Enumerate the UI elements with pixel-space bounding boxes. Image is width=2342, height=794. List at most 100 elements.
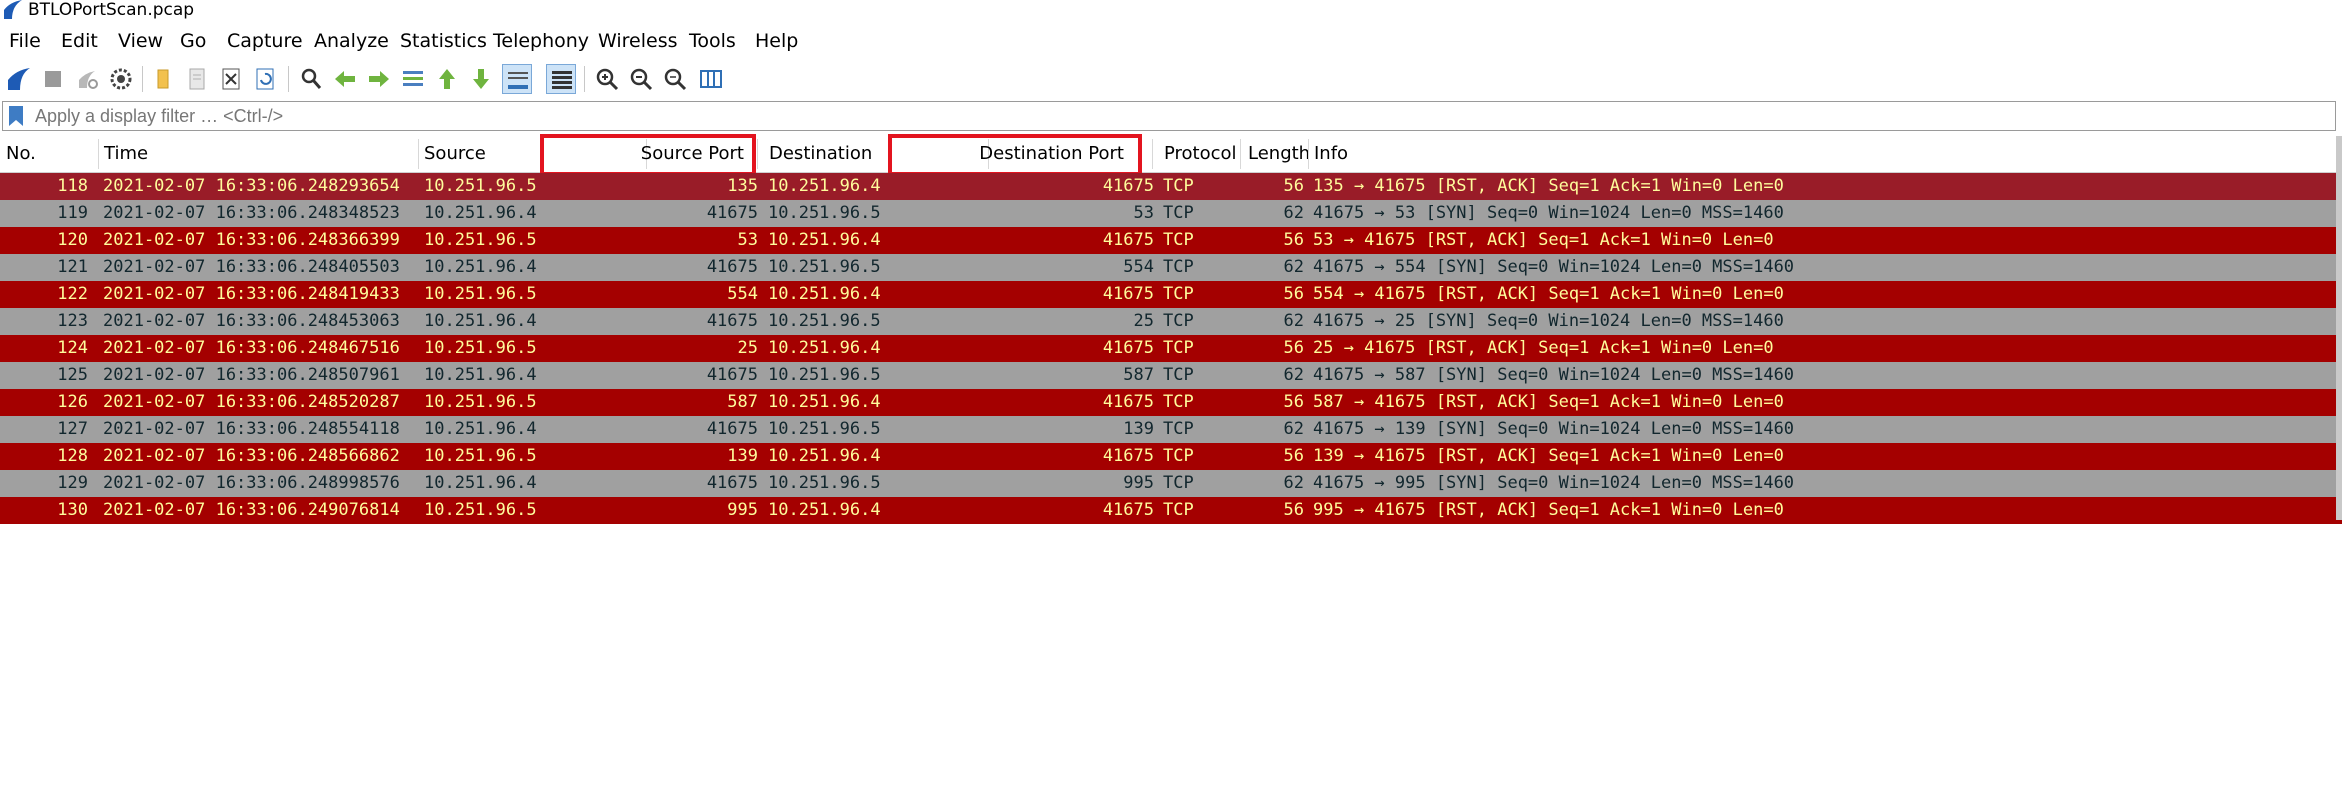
packet-source-port: 41675 xyxy=(706,203,758,223)
column-header-source-port[interactable]: Source Port xyxy=(540,136,744,172)
packet-number: 119 xyxy=(57,203,88,223)
packet-source: 10.251.96.4 xyxy=(424,365,537,385)
column-header-time[interactable]: Time xyxy=(104,136,148,172)
packet-info: 587 → 41675 [RST, ACK] Seq=1 Ack=1 Win=0… xyxy=(1313,392,1784,412)
packet-protocol: TCP xyxy=(1163,284,1194,304)
packet-destination-port: 41675 xyxy=(1102,230,1154,250)
packet-destination-port: 41675 xyxy=(1102,338,1154,358)
find-icon[interactable] xyxy=(296,64,326,94)
packet-destination: 10.251.96.5 xyxy=(768,311,881,331)
packet-info: 135 → 41675 [RST, ACK] Seq=1 Ack=1 Win=0… xyxy=(1313,176,1784,196)
packet-source: 10.251.96.4 xyxy=(424,203,537,223)
packet-time: 2021-02-07 16:33:06.248566862 xyxy=(103,446,400,466)
packet-destination: 10.251.96.5 xyxy=(768,203,881,223)
window-title: BTLOPortScan.pcap xyxy=(28,0,195,20)
column-header-length[interactable]: Length xyxy=(1248,136,1310,172)
packet-time: 2021-02-07 16:33:06.248507961 xyxy=(103,365,400,385)
menu-file[interactable]: File xyxy=(9,24,41,58)
menu-analyze[interactable]: Analyze xyxy=(314,24,389,58)
packet-length: 56 xyxy=(1283,446,1304,466)
packet-info: 25 → 41675 [RST, ACK] Seq=1 Ack=1 Win=0 … xyxy=(1313,338,1774,358)
packet-length: 56 xyxy=(1283,338,1304,358)
packet-row[interactable]: 121 2021-02-07 16:33:06.248405503 10.251… xyxy=(0,254,2342,281)
go-to-packet-icon[interactable] xyxy=(398,64,428,94)
column-header-destination[interactable]: Destination xyxy=(769,136,872,172)
packet-time: 2021-02-07 16:33:06.248293654 xyxy=(103,176,400,196)
go-first-icon[interactable] xyxy=(432,64,462,94)
packet-info: 139 → 41675 [RST, ACK] Seq=1 Ack=1 Win=0… xyxy=(1313,446,1784,466)
menu-telephony[interactable]: Telephony xyxy=(493,24,589,58)
go-last-icon[interactable] xyxy=(466,64,496,94)
menu-statistics[interactable]: Statistics xyxy=(400,24,487,58)
packet-destination: 10.251.96.4 xyxy=(768,284,881,304)
column-header-destination-port[interactable]: Destination Port xyxy=(888,136,1124,172)
packet-protocol: TCP xyxy=(1163,257,1194,277)
stop-icon[interactable] xyxy=(38,64,68,94)
packet-source-port: 25 xyxy=(737,338,758,358)
packet-row[interactable]: 125 2021-02-07 16:33:06.248507961 10.251… xyxy=(0,362,2342,389)
column-header-no[interactable]: No. xyxy=(6,136,36,172)
colorize-icon[interactable] xyxy=(546,64,576,94)
packet-protocol: TCP xyxy=(1163,203,1194,223)
column-header-info[interactable]: Info xyxy=(1314,136,1348,172)
packet-number: 126 xyxy=(57,392,88,412)
column-header-source[interactable]: Source xyxy=(424,136,486,172)
vertical-scrollbar[interactable] xyxy=(2336,136,2342,520)
packet-row[interactable]: 129 2021-02-07 16:33:06.248998576 10.251… xyxy=(0,470,2342,497)
file-icon[interactable] xyxy=(182,64,212,94)
packet-row[interactable]: 120 2021-02-07 16:33:06.248366399 10.251… xyxy=(0,227,2342,254)
packet-number: 128 xyxy=(57,446,88,466)
packet-info: 41675 → 139 [SYN] Seq=0 Win=1024 Len=0 M… xyxy=(1313,419,1795,439)
packet-destination: 10.251.96.5 xyxy=(768,257,881,277)
packet-row[interactable]: 127 2021-02-07 16:33:06.248554118 10.251… xyxy=(0,416,2342,443)
packet-row[interactable]: 126 2021-02-07 16:33:06.248520287 10.251… xyxy=(0,389,2342,416)
display-filter-input[interactable] xyxy=(35,104,2325,128)
zoom-out-icon[interactable] xyxy=(626,64,656,94)
packet-time: 2021-02-07 16:33:06.248348523 xyxy=(103,203,400,223)
packet-source-port: 135 xyxy=(727,176,758,196)
packet-info: 41675 → 587 [SYN] Seq=0 Win=1024 Len=0 M… xyxy=(1313,365,1795,385)
reload-icon[interactable] xyxy=(250,64,280,94)
packet-destination: 10.251.96.4 xyxy=(768,230,881,250)
packet-row[interactable]: 118 2021-02-07 16:33:06.248293654 10.251… xyxy=(0,173,2342,200)
display-filter-box xyxy=(2,101,2336,131)
packet-length: 62 xyxy=(1283,473,1304,493)
zoom-in-icon[interactable] xyxy=(592,64,622,94)
packet-protocol: TCP xyxy=(1163,311,1194,331)
packet-number: 118 xyxy=(57,176,88,196)
packet-source: 10.251.96.5 xyxy=(424,230,537,250)
menu-edit[interactable]: Edit xyxy=(61,24,98,58)
column-header-protocol[interactable]: Protocol xyxy=(1164,136,1237,172)
open-folder-icon[interactable] xyxy=(148,64,178,94)
autoscroll-icon[interactable] xyxy=(502,64,532,94)
go-forward-icon[interactable] xyxy=(364,64,394,94)
shark-fin-start-icon[interactable] xyxy=(4,64,34,94)
restart-icon[interactable] xyxy=(72,64,102,94)
packet-protocol: TCP xyxy=(1163,230,1194,250)
normal-size-icon[interactable] xyxy=(660,64,690,94)
packet-row[interactable]: 119 2021-02-07 16:33:06.248348523 10.251… xyxy=(0,200,2342,227)
menu-view[interactable]: View xyxy=(118,24,163,58)
packet-row[interactable]: 123 2021-02-07 16:33:06.248453063 10.251… xyxy=(0,308,2342,335)
close-file-icon[interactable] xyxy=(216,64,246,94)
menu-tools[interactable]: Tools xyxy=(689,24,736,58)
packet-source-port: 41675 xyxy=(706,311,758,331)
menu-help[interactable]: Help xyxy=(755,24,798,58)
menu-wireless[interactable]: Wireless xyxy=(598,24,678,58)
packet-row[interactable]: 124 2021-02-07 16:33:06.248467516 10.251… xyxy=(0,335,2342,362)
packet-number: 125 xyxy=(57,365,88,385)
menu-capture[interactable]: Capture xyxy=(227,24,303,58)
bookmark-icon[interactable] xyxy=(7,105,25,127)
menu-go[interactable]: Go xyxy=(180,24,206,58)
packet-length: 62 xyxy=(1283,419,1304,439)
options-gear-icon[interactable] xyxy=(106,64,136,94)
packet-row[interactable]: 122 2021-02-07 16:33:06.248419433 10.251… xyxy=(0,281,2342,308)
title-bar: BTLOPortScan.pcap xyxy=(0,0,2342,22)
packet-row[interactable]: 128 2021-02-07 16:33:06.248566862 10.251… xyxy=(0,443,2342,470)
menu-bar: File Edit View Go Capture Analyze Statis… xyxy=(0,24,2342,58)
go-back-icon[interactable] xyxy=(330,64,360,94)
resize-columns-icon[interactable] xyxy=(696,64,726,94)
packet-number: 123 xyxy=(57,311,88,331)
packet-source-port: 41675 xyxy=(706,419,758,439)
packet-source: 10.251.96.4 xyxy=(424,257,537,277)
